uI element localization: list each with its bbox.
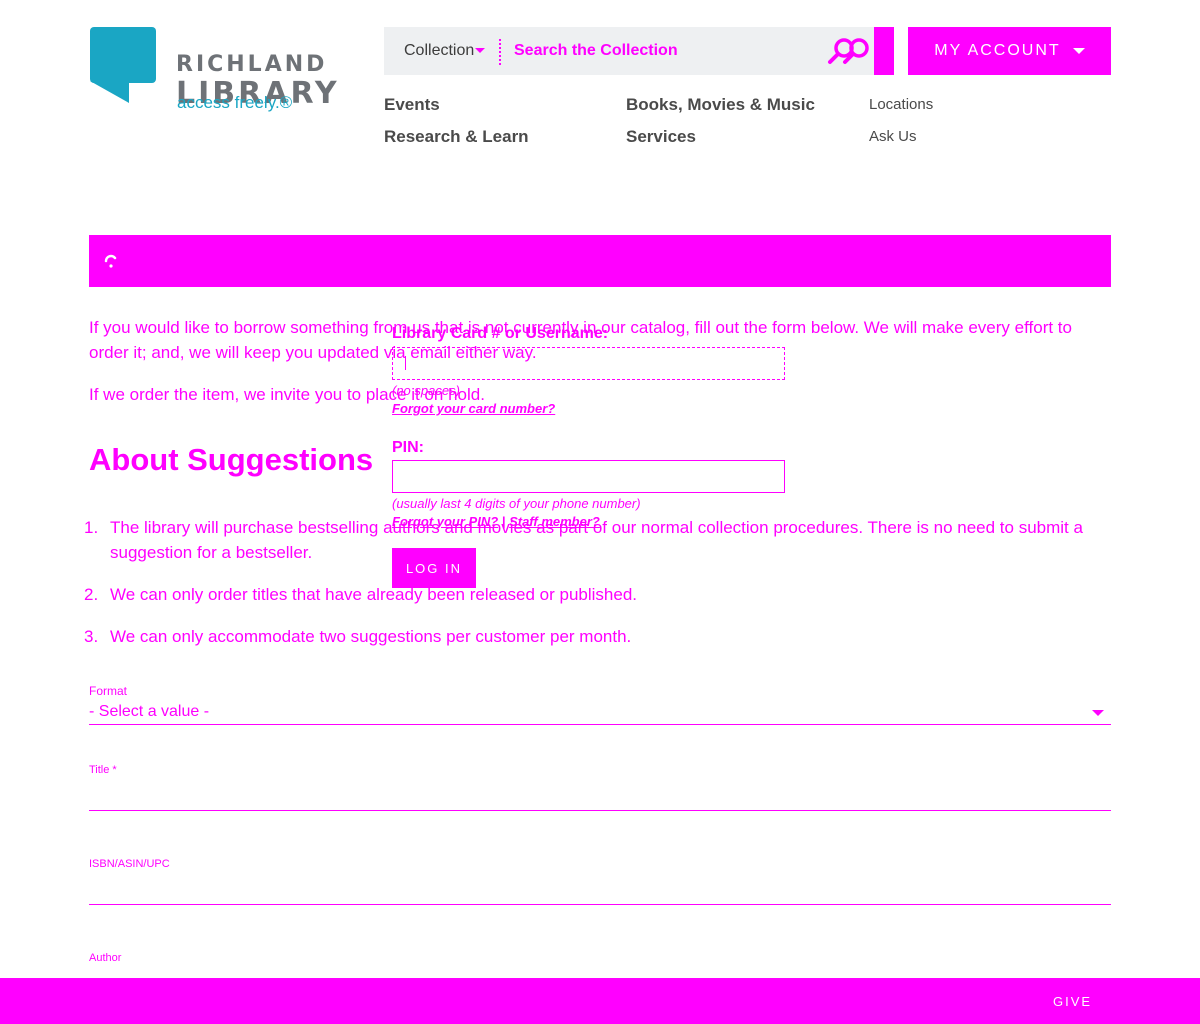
format-selected-value: - Select a value - — [89, 703, 210, 720]
give-link[interactable]: GIVE — [1053, 994, 1092, 1009]
search-icon[interactable] — [825, 35, 875, 67]
logo-speech-bubble-icon — [90, 27, 156, 103]
staff-member-link[interactable]: Staff member? — [509, 514, 600, 529]
list-item-text: We can only order titles that have alrea… — [110, 585, 638, 604]
search-scope-dropdown[interactable]: Collection — [384, 27, 494, 75]
forgot-card-number-link[interactable]: Forgot your card number? — [392, 401, 555, 417]
format-select[interactable]: - Select a value - — [89, 700, 1111, 725]
list-item-number: 3. — [84, 627, 99, 646]
nav-services[interactable]: Services — [626, 127, 696, 147]
about-suggestions-heading: About Suggestions — [89, 442, 374, 477]
search-submit-button[interactable] — [874, 27, 894, 75]
link-separator: | — [501, 514, 506, 529]
isbn-input[interactable] — [89, 877, 1111, 905]
nav-ask-us[interactable]: Ask Us — [869, 127, 917, 147]
list-item: 2. We can only order titles that have alr… — [84, 582, 1100, 607]
pin-links: Forgot your PIN? | Staff member? — [392, 514, 600, 530]
chevron-down-icon — [1072, 48, 1085, 54]
footer-bar: GIVE — [0, 978, 1200, 1024]
richland-library-logo[interactable]: RICHLAND LIBRARY access freely.® — [89, 27, 349, 117]
format-label: Format — [89, 684, 128, 698]
logo-tagline: access freely.® — [177, 93, 293, 112]
card-number-input[interactable] — [392, 347, 785, 380]
chevron-down-icon — [475, 48, 485, 53]
isbn-label: ISBN/ASIN/UPC — [89, 858, 170, 870]
list-item-number: 1. — [84, 518, 99, 537]
nav-events[interactable]: Events — [384, 95, 440, 115]
pin-label: PIN: — [392, 439, 424, 456]
pin-hint: (usually last 4 digits of your phone num… — [392, 496, 641, 511]
text-cursor — [405, 356, 406, 370]
title-input[interactable] — [89, 783, 1111, 811]
list-item-text: We can only accommodate two suggestions … — [110, 627, 632, 646]
chevron-down-icon — [1092, 710, 1104, 716]
nav-books-movies-music[interactable]: Books, Movies & Music — [626, 95, 815, 115]
search-bar: Collection — [384, 27, 894, 75]
nav-research-learn[interactable]: Research & Learn — [384, 127, 529, 147]
search-input[interactable] — [514, 27, 814, 75]
forgot-pin-link[interactable]: Forgot your PIN? — [392, 514, 498, 529]
pin-input[interactable] — [392, 460, 785, 493]
my-account-button[interactable]: MY ACCOUNT — [908, 27, 1111, 75]
logo-name-line1: RICHLAND — [176, 52, 328, 77]
list-item-text: The library will purchase bestselling au… — [110, 518, 1083, 562]
hold-paragraph: If we order the item, we invite you to p… — [89, 385, 485, 404]
list-item: 3. We can only accommodate two suggestion… — [84, 624, 1100, 649]
search-divider — [499, 39, 501, 65]
log-in-button[interactable]: LOG IN — [392, 548, 476, 588]
search-scope-label: Collection — [404, 42, 475, 59]
my-account-label: MY ACCOUNT — [934, 42, 1061, 59]
card-number-hint: (no spaces) — [392, 383, 460, 398]
modal-header-banner — [89, 235, 1111, 287]
loading-spinner-icon — [104, 254, 117, 268]
list-item-number: 2. — [84, 585, 99, 604]
card-number-label: Library Card # or Username: — [392, 325, 609, 342]
title-label: Title * — [89, 764, 117, 776]
nav-locations[interactable]: Locations — [869, 95, 933, 115]
author-label: Author — [89, 952, 122, 964]
